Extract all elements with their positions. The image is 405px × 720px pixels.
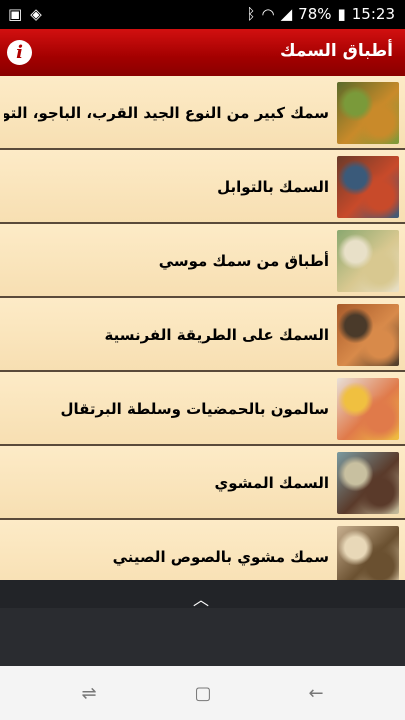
recipe-title: السمك المشوي bbox=[214, 474, 329, 492]
home-icon[interactable]: ▢ bbox=[192, 683, 214, 705]
recipe-list-item[interactable]: السمك على الطريقة الفرنسية bbox=[0, 298, 405, 372]
recipe-thumbnail bbox=[337, 526, 399, 580]
status-system: ᛒ ◠ ◢ 78% ▮ 15:23 bbox=[247, 5, 396, 23]
battery-percent: 78% bbox=[298, 5, 332, 23]
recipe-thumbnail bbox=[337, 156, 399, 218]
recipe-title: سمك كبير من النوع الجيد القرب، الباجو، ا… bbox=[4, 104, 329, 122]
recipe-thumbnail bbox=[337, 230, 399, 292]
ad-banner-area bbox=[0, 608, 405, 666]
recent-apps-icon[interactable]: ⇌ bbox=[78, 683, 100, 705]
recipe-thumbnail bbox=[337, 378, 399, 440]
recipe-title: أطباق من سمك موسي bbox=[158, 252, 329, 270]
system-nav-bar: ⇌ ▢ ← bbox=[0, 666, 405, 720]
recipe-title: السمك على الطريقة الفرنسية bbox=[104, 326, 329, 344]
recipe-list[interactable]: سمك كبير من النوع الجيد القرب، الباجو، ا… bbox=[0, 76, 405, 580]
bluetooth-icon: ᛒ bbox=[246, 5, 256, 23]
app-notification-icon: ◈ bbox=[30, 5, 42, 23]
clock: 15:23 bbox=[351, 5, 395, 23]
recipe-title: سمك مشوي بالصوص الصيني bbox=[112, 548, 329, 566]
back-icon[interactable]: ← bbox=[305, 683, 327, 705]
recipe-list-item[interactable]: السمك المشوي bbox=[0, 446, 405, 520]
status-notifications: ▣ ◈ bbox=[8, 5, 42, 23]
recipe-title: السمك بالتوابل bbox=[217, 178, 329, 196]
chevron-up-icon[interactable]: ︿ bbox=[193, 586, 209, 610]
recipe-title: سالمون بالحمضيات وسلطة البرتقال bbox=[60, 400, 329, 418]
bottom-toolbar: ︿ bbox=[0, 580, 405, 610]
image-notification-icon: ▣ bbox=[8, 5, 23, 23]
recipe-list-item[interactable]: سمك كبير من النوع الجيد القرب، الباجو، ا… bbox=[0, 76, 405, 150]
recipe-thumbnail bbox=[337, 452, 399, 514]
signal-icon: ◢ bbox=[280, 5, 293, 23]
recipe-list-item[interactable]: السمك بالتوابل bbox=[0, 150, 405, 224]
recipe-list-item[interactable]: سمك مشوي بالصوص الصيني bbox=[0, 520, 405, 580]
app-bar: i أطباق السمك bbox=[0, 29, 405, 76]
battery-icon: ▮ bbox=[337, 5, 346, 23]
recipe-thumbnail bbox=[337, 304, 399, 366]
status-bar: ▣ ◈ ᛒ ◠ ◢ 78% ▮ 15:23 bbox=[0, 0, 405, 29]
wifi-icon: ◠ bbox=[261, 5, 275, 23]
page-title: أطباق السمك bbox=[279, 41, 393, 61]
info-button[interactable]: i bbox=[7, 40, 32, 65]
recipe-thumbnail bbox=[337, 82, 399, 144]
recipe-list-item[interactable]: سالمون بالحمضيات وسلطة البرتقال bbox=[0, 372, 405, 446]
recipe-list-item[interactable]: أطباق من سمك موسي bbox=[0, 224, 405, 298]
